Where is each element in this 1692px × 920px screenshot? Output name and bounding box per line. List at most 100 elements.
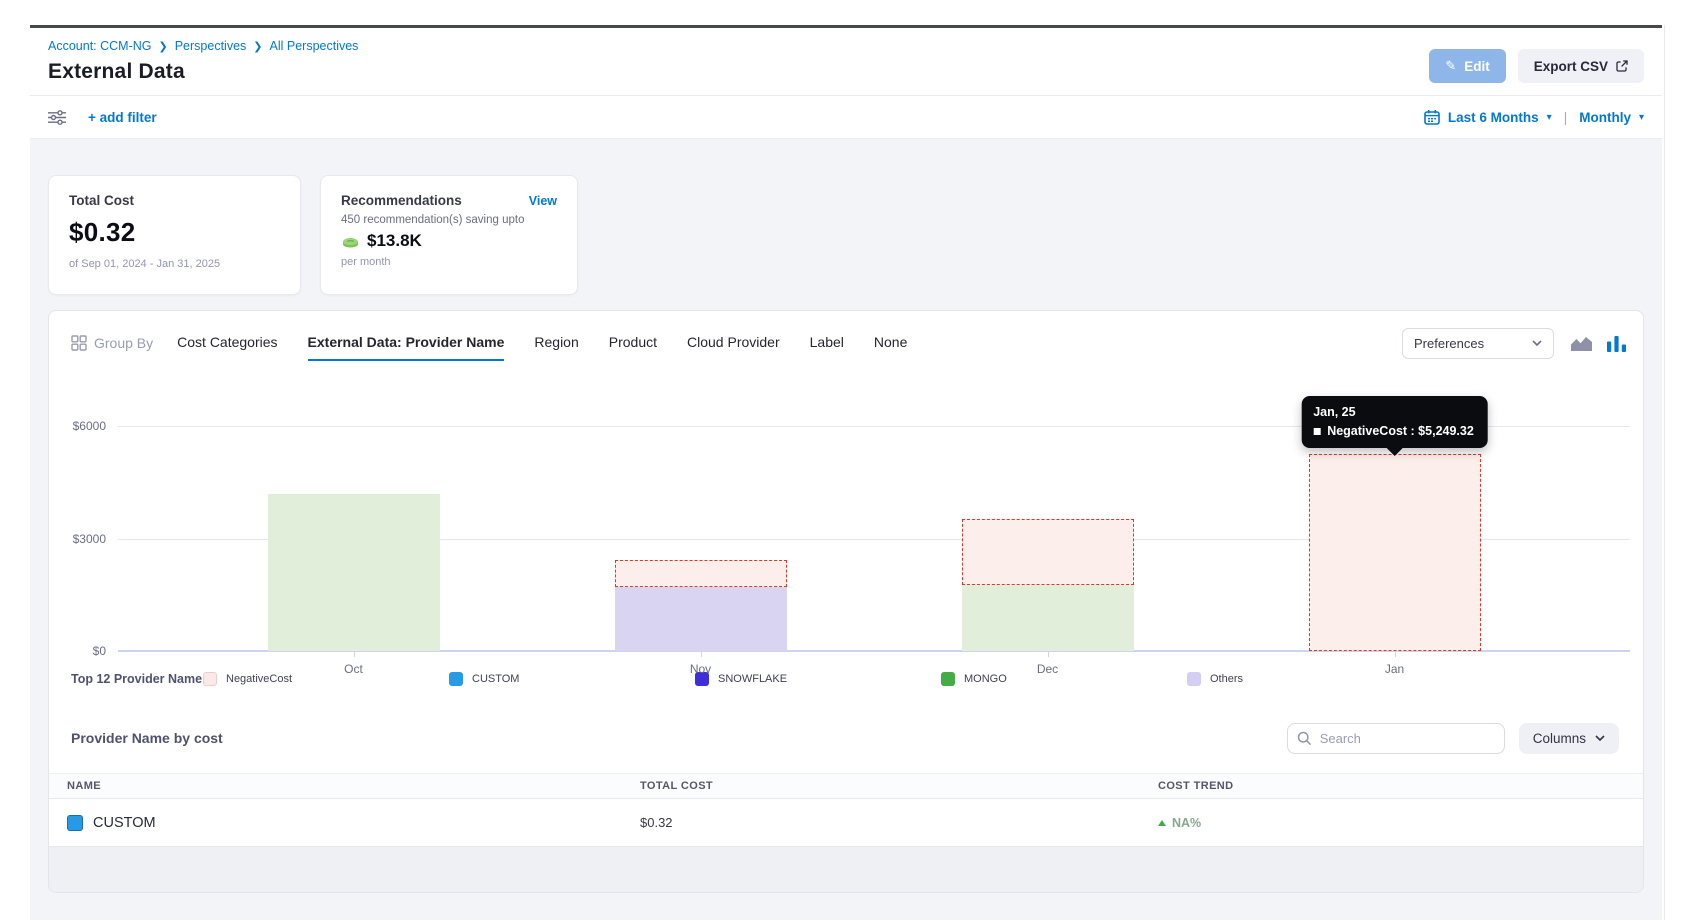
x-tick-label: Oct <box>344 662 363 676</box>
breadcrumb-account[interactable]: Account: CCM-NG <box>48 39 152 53</box>
column-header-name[interactable]: NAME <box>67 780 640 792</box>
perspective-panel: Group By Cost CategoriesExternal Data: P… <box>48 310 1644 893</box>
total-cost-period: of Sep 01, 2024 - Jan 31, 2025 <box>69 258 280 270</box>
bar-chart-icon[interactable] <box>1606 335 1627 352</box>
y-tick-label: $0 <box>93 644 106 658</box>
bar-negativecost-nov[interactable] <box>615 560 787 587</box>
bar-others-nov[interactable] <box>615 587 787 651</box>
panel-footer-strip <box>49 847 1643 892</box>
columns-button[interactable]: Columns <box>1519 723 1619 754</box>
legend-item-mongo[interactable]: MONGO <box>941 672 1187 686</box>
columns-button-label: Columns <box>1533 731 1586 746</box>
table-row-custom[interactable]: CUSTOM $0.32 NA% <box>49 799 1643 847</box>
total-cost-card: Total Cost $0.32 of Sep 01, 2024 - Jan 3… <box>48 175 301 295</box>
bar-mongo-dec[interactable] <box>962 585 1134 651</box>
breadcrumb-separator-icon: ❯ <box>253 40 262 53</box>
legend-label: NegativeCost <box>226 673 292 685</box>
row-swatch-icon <box>67 815 83 831</box>
granularity-selector[interactable]: Monthly <box>1579 110 1631 125</box>
pencil-icon: ✎ <box>1445 58 1456 74</box>
legend-label: SNOWFLAKE <box>718 673 787 685</box>
x-tick-label: Jan <box>1385 662 1404 676</box>
legend-label: MONGO <box>964 673 1007 685</box>
tooltip-series-value: NegativeCost : $5,249.32 <box>1327 424 1474 438</box>
search-input[interactable] <box>1287 723 1505 754</box>
tab-region[interactable]: Region <box>534 334 578 361</box>
date-range-selector[interactable]: Last 6 Months <box>1448 110 1539 125</box>
y-tick-label: $6000 <box>73 419 106 433</box>
tab-cost-categories[interactable]: Cost Categories <box>177 334 277 361</box>
tab-none[interactable]: None <box>874 334 907 361</box>
preferences-dropdown[interactable]: Preferences <box>1402 328 1554 359</box>
savings-value: $13.8K <box>367 231 422 251</box>
app-window: Account: CCM-NG ❯ Perspectives ❯ All Per… <box>0 0 1692 920</box>
edit-button[interactable]: ✎ Edit <box>1429 49 1505 83</box>
groupby-tabs: Cost CategoriesExternal Data: Provider N… <box>177 334 907 352</box>
legend-item-negativecost[interactable]: NegativeCost <box>203 672 449 686</box>
breadcrumb-all-perspectives[interactable]: All Perspectives <box>270 39 359 53</box>
tab-external-data-provider-name[interactable]: External Data: Provider Name <box>308 334 505 361</box>
legend-label: CUSTOM <box>472 673 519 685</box>
recommendations-label: Recommendations <box>341 193 462 208</box>
legend-title: Top 12 Provider Name <box>71 670 203 688</box>
bar-negativecost-dec[interactable] <box>962 519 1134 585</box>
chart-slot-oct: Oct <box>180 426 527 651</box>
chart-y-axis: $6000$3000$0 <box>49 426 118 651</box>
legend-item-snowflake[interactable]: SNOWFLAKE <box>695 672 941 686</box>
tooltip-bullet-icon <box>1313 428 1320 435</box>
row-name-text: CUSTOM <box>93 815 156 831</box>
area-chart-icon[interactable] <box>1570 335 1593 352</box>
page-header: Account: CCM-NG ❯ Perspectives ❯ All Per… <box>30 28 1662 96</box>
page-title: External Data <box>48 60 358 84</box>
column-header-cost-trend[interactable]: COST TREND <box>1158 780 1643 792</box>
view-recommendations-link[interactable]: View <box>529 194 557 208</box>
breadcrumb-perspectives[interactable]: Perspectives <box>175 39 247 53</box>
row-total-cost: $0.32 <box>640 815 1158 830</box>
legend-item-custom[interactable]: CUSTOM <box>449 672 695 686</box>
groupby-label-wrap: Group By <box>71 335 153 351</box>
export-csv-label: Export CSV <box>1534 59 1608 74</box>
legend-swatch-icon <box>941 672 955 686</box>
tooltip-arrow <box>1386 448 1402 456</box>
search-box <box>1287 723 1505 754</box>
chevron-down-icon[interactable]: ▾ <box>1547 112 1552 123</box>
chevron-down-icon <box>1532 340 1542 346</box>
total-cost-value: $0.32 <box>69 217 280 248</box>
x-tick-label: Dec <box>1037 662 1058 676</box>
chart-slot-nov: Nov <box>527 426 874 651</box>
page-content: Account: CCM-NG ❯ Perspectives ❯ All Per… <box>30 28 1662 920</box>
header-actions: ✎ Edit Export CSV <box>1429 49 1644 83</box>
bar-mongo-oct[interactable] <box>268 494 440 652</box>
tab-product[interactable]: Product <box>609 334 657 361</box>
legend-swatch-icon <box>449 672 463 686</box>
bar-negativecost-jan[interactable] <box>1309 454 1481 651</box>
tab-cloud-provider[interactable]: Cloud Provider <box>687 334 780 361</box>
external-link-icon <box>1616 60 1628 72</box>
page-body: Total Cost $0.32 of Sep 01, 2024 - Jan 3… <box>30 139 1662 920</box>
legend-items: NegativeCost CUSTOM SNOWFLAKE MONGO Others <box>203 672 1433 686</box>
edit-button-label: Edit <box>1464 59 1490 74</box>
column-header-total-cost[interactable]: TOTAL COST <box>640 780 1158 792</box>
recommendations-description: 450 recommendation(s) saving upto <box>341 214 557 226</box>
recommendations-card: Recommendations View 450 recommendation(… <box>320 175 578 295</box>
x-tick-label: Nov <box>690 662 711 676</box>
money-icon <box>341 233 360 249</box>
chart-slot-jan: JanJan, 25NegativeCost : $5,249.32 <box>1221 426 1568 651</box>
trend-up-icon <box>1158 820 1166 826</box>
calendar-icon <box>1424 109 1440 125</box>
trend-value: NA% <box>1172 816 1201 830</box>
chevron-down-icon[interactable]: ▾ <box>1639 112 1644 123</box>
scrollbar-track[interactable] <box>1664 25 1692 920</box>
summary-cards: Total Cost $0.32 of Sep 01, 2024 - Jan 3… <box>48 175 1644 295</box>
add-filter-button[interactable]: + add filter <box>88 110 157 125</box>
legend-label: Others <box>1210 673 1243 685</box>
tab-label[interactable]: Label <box>810 334 844 361</box>
grid-icon <box>71 335 87 351</box>
groupby-label: Group By <box>94 335 153 351</box>
cost-chart: $6000$3000$0 OctNovDecJanJan, 25Negative… <box>49 426 1643 651</box>
filter-settings-icon[interactable] <box>48 110 66 125</box>
tooltip-title: Jan, 25 <box>1313 405 1474 419</box>
row-name-cell: CUSTOM <box>67 815 640 831</box>
export-csv-button[interactable]: Export CSV <box>1518 49 1644 83</box>
chart-plot: OctNovDecJanJan, 25NegativeCost : $5,249… <box>118 426 1630 651</box>
